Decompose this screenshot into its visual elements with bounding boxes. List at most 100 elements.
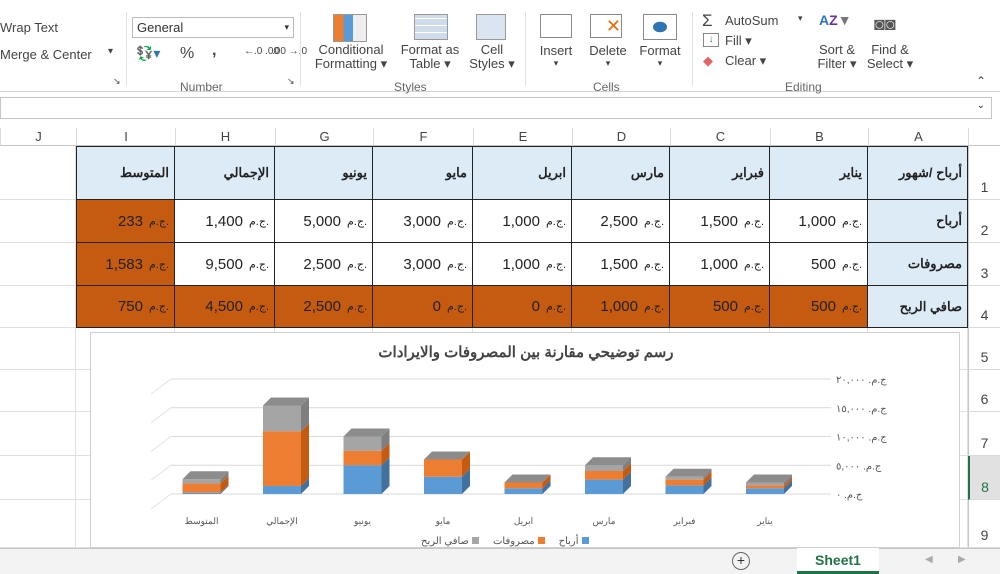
currency-symbol: ج.م.	[248, 301, 269, 313]
value-cell[interactable]: 5,000 ج.م.	[275, 200, 373, 243]
value-cell[interactable]: 9,500 ج.م.	[175, 243, 275, 286]
value-cell[interactable]: 1,583 ج.م.	[76, 243, 175, 286]
column-header-H[interactable]: H	[175, 128, 275, 146]
column-header-J[interactable]: J	[0, 128, 76, 146]
value-cell[interactable]: 500 ج.م.	[770, 286, 868, 328]
row-header-7[interactable]: 7	[968, 412, 1000, 456]
value-cell[interactable]: 0 ج.م.	[373, 286, 473, 328]
bar-top	[665, 468, 712, 477]
value-cell[interactable]: 2,500 ج.م.	[275, 243, 373, 286]
number-launcher-icon[interactable]: ↘	[287, 76, 295, 87]
value-cell[interactable]: 1,500 ج.م.	[670, 200, 770, 243]
value-cell[interactable]: 3,000 ج.م.	[373, 200, 473, 243]
merge-center-button[interactable]: Merge & Center	[0, 47, 92, 62]
value-cell[interactable]: 1,400 ج.م.	[175, 200, 275, 243]
value-cell[interactable]: 1,000 ج.م.	[770, 200, 868, 243]
scroll-right-icon[interactable]: ▶	[958, 554, 966, 565]
cell-styles-button[interactable]: Cell Styles ▾	[466, 43, 518, 71]
value-cell[interactable]: 0 ج.م.	[473, 286, 572, 328]
value-cell[interactable]: 1,000 ج.م.	[473, 243, 572, 286]
format-button[interactable]: Format ▾	[636, 43, 684, 69]
row-label-cell[interactable]: أرباح	[868, 200, 968, 243]
chevron-down-icon[interactable]: ▾	[798, 13, 803, 24]
alignment-launcher-icon[interactable]: ↘	[113, 76, 121, 87]
column-header-A[interactable]: A	[868, 128, 968, 146]
row-header-2[interactable]: 2	[968, 200, 1000, 243]
value-cell[interactable]: 1,000 ج.م.	[473, 200, 572, 243]
row-label: مصروفات	[907, 256, 962, 271]
value-cell[interactable]: 500 ج.م.	[670, 286, 770, 328]
legend-item: أرباح	[559, 536, 589, 547]
autosum-button[interactable]: AutoSum	[725, 13, 778, 28]
value-cell[interactable]: 4,500 ج.م.	[175, 286, 275, 328]
clear-button[interactable]: Clear ▾	[725, 53, 766, 69]
header-cell[interactable]: مارس	[572, 146, 670, 200]
row-header-4[interactable]: 4	[968, 286, 1000, 328]
sheet-tab-sheet1[interactable]: Sheet1	[797, 548, 879, 574]
format-as-table-button[interactable]: Format as Table ▾	[394, 43, 466, 71]
value-cell[interactable]: 2,500 ج.م.	[275, 286, 373, 328]
row-label-cell[interactable]: صافي الربح	[868, 286, 968, 328]
find-select-button[interactable]: Find & Select ▾	[864, 43, 916, 71]
chevron-down-icon: ▾	[284, 22, 289, 32]
row-header-8[interactable]: 8	[968, 456, 1000, 500]
number-format-select[interactable]: General ▾	[132, 17, 294, 38]
value-cell[interactable]: 1,500 ج.م.	[572, 243, 670, 286]
insert-button[interactable]: Insert ▾	[537, 43, 575, 69]
column-header-D[interactable]: D	[572, 128, 670, 146]
value-cell[interactable]: 500 ج.م.	[770, 243, 868, 286]
header-cell[interactable]: فبراير	[670, 146, 770, 200]
cell-value: 4,500	[205, 298, 243, 315]
fill-button[interactable]: Fill ▾	[725, 33, 752, 49]
chart[interactable]: رسم توضيحي مقارنة بين المصروفات والايراد…	[90, 332, 960, 548]
column-header-B[interactable]: B	[770, 128, 868, 146]
percent-button[interactable]: %	[180, 45, 194, 63]
header-cell[interactable]: يناير	[770, 146, 868, 200]
currency-symbol: ج.م.	[841, 301, 862, 313]
row-header-3[interactable]: 3	[968, 243, 1000, 286]
header-cell[interactable]: أرباح /شهور	[868, 146, 968, 200]
value-cell[interactable]: 3,000 ج.م.	[373, 243, 473, 286]
chart-legend: أرباح مصروفات صافي الربح	[421, 536, 589, 547]
value-cell[interactable]: 2,500 ج.م.	[572, 200, 670, 243]
row-label-cell[interactable]: مصروفات	[868, 243, 968, 286]
row-header-1[interactable]: 1	[968, 146, 1000, 200]
column-header-E[interactable]: E	[473, 128, 572, 146]
row-header-5[interactable]: 5	[968, 328, 1000, 370]
value-cell[interactable]: 1,000 ج.م.	[572, 286, 670, 328]
legend-label: أرباح	[558, 536, 579, 547]
collapse-ribbon-icon[interactable]: ⌃	[976, 74, 986, 88]
bar-top	[585, 457, 631, 466]
bar-segment	[182, 479, 221, 484]
merge-dropdown-icon[interactable]: ▾	[108, 46, 113, 57]
delete-button[interactable]: Delete ▾	[586, 43, 630, 69]
cells-group-label: Cells	[593, 80, 620, 94]
scroll-left-icon[interactable]: ◀	[925, 554, 933, 565]
row-header-6[interactable]: 6	[968, 370, 1000, 412]
sort-filter-button[interactable]: Sort & Filter ▾	[814, 43, 860, 71]
header-cell[interactable]: الإجمالي	[175, 146, 275, 200]
wrap-text-button[interactable]: Wrap Text	[0, 20, 58, 35]
add-sheet-button[interactable]: +	[732, 552, 750, 570]
row-header-9[interactable]: 9	[968, 500, 1000, 548]
currency-format-icon[interactable]: 💱▾	[136, 45, 160, 62]
column-header-G[interactable]: G	[275, 128, 373, 146]
select-all-corner[interactable]	[968, 128, 1000, 146]
header-cell[interactable]: مايو	[373, 146, 473, 200]
value-cell[interactable]: 1,000 ج.م.	[670, 243, 770, 286]
conditional-formatting-button[interactable]: Conditional Formatting ▾	[311, 43, 391, 71]
header-cell[interactable]: المتوسط	[76, 146, 175, 200]
expand-formula-bar-icon[interactable]: ⌄	[977, 100, 985, 111]
column-header-C[interactable]: C	[670, 128, 770, 146]
value-cell[interactable]: 750 ج.م.	[76, 286, 175, 328]
comma-button[interactable]: ,	[212, 42, 216, 60]
cell-value: 3,000	[403, 212, 441, 230]
decrease-decimal-button[interactable]: .00 →.0	[272, 46, 307, 57]
column-header-F[interactable]: F	[373, 128, 473, 146]
header-cell[interactable]: ابريل	[473, 146, 572, 200]
header-cell[interactable]: يونيو	[275, 146, 373, 200]
chevron-down-icon: ▾	[657, 58, 663, 68]
formula-bar[interactable]: ⌄	[0, 97, 992, 119]
value-cell[interactable]: 233 ج.م.	[76, 200, 175, 243]
column-header-I[interactable]: I	[76, 128, 175, 146]
